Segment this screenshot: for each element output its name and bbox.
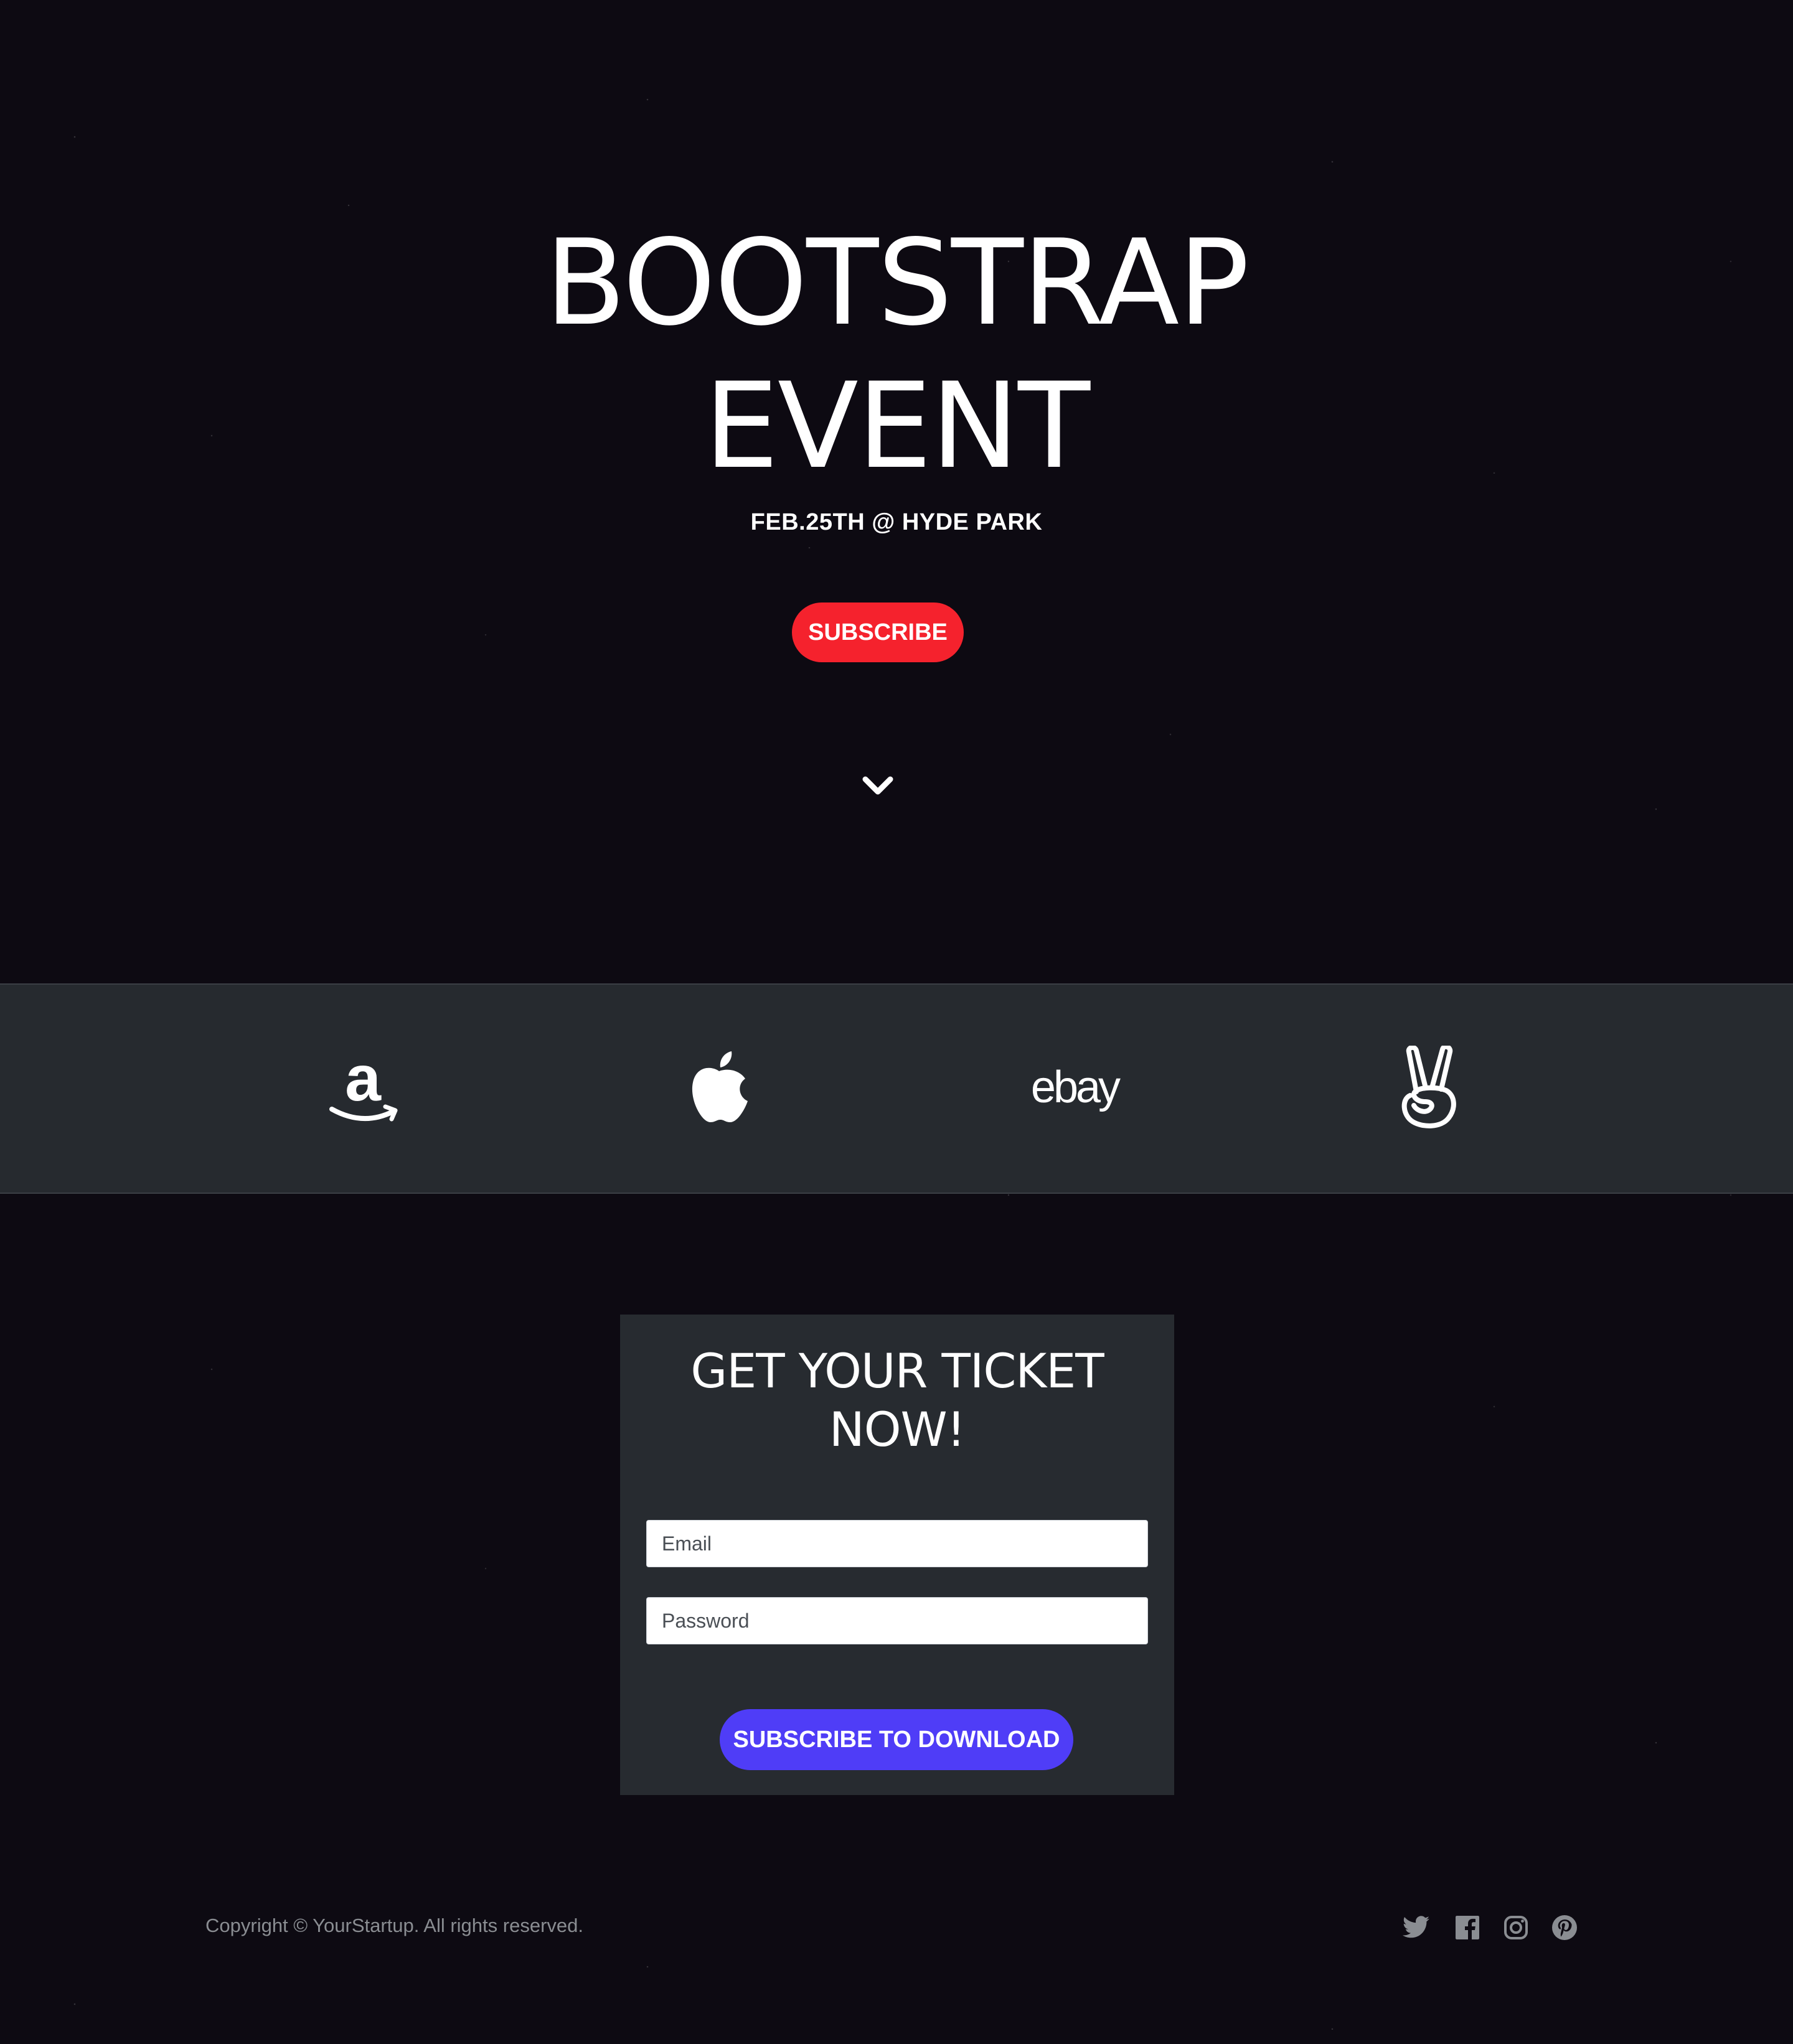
ticket-heading: GET YOUR TICKET NOW!: [620, 1342, 1174, 1459]
ticket-card: GET YOUR TICKET NOW! SUBSCRIBE TO DOWNLO…: [620, 1315, 1174, 1795]
instagram-icon[interactable]: [1502, 1913, 1530, 1942]
chevron-down-icon[interactable]: [862, 773, 894, 798]
subscribe-button[interactable]: SUBSCRIBE: [792, 602, 964, 662]
copyright-text: Copyright © YourStartup. All rights rese…: [205, 1915, 583, 1936]
twitter-icon[interactable]: [1402, 1913, 1431, 1942]
ticket-heading-line-2: NOW!: [829, 1402, 966, 1457]
event-title-line-2: EVENT: [704, 357, 1090, 495]
facebook-icon[interactable]: [1453, 1913, 1482, 1942]
email-field[interactable]: [646, 1520, 1148, 1567]
ebay-wordmark: ebay: [1030, 1062, 1121, 1112]
sponsor-logo-bar: a ebay: [0, 983, 1793, 1194]
event-date-location: FEB.25TH @ HYDE PARK: [750, 509, 1043, 535]
hero-section: BOOTSTRAP EVENT FEB.25TH @ HYDE PARK SUB…: [0, 0, 1793, 983]
event-title: BOOTSTRAP EVENT: [0, 212, 1793, 498]
apple-icon: [685, 1041, 753, 1134]
amazon-icon: a: [324, 1041, 405, 1134]
password-field[interactable]: [646, 1597, 1148, 1644]
angellist-icon: [1395, 1041, 1463, 1134]
ticket-heading-line-1: GET YOUR TICKET: [690, 1343, 1104, 1399]
subscribe-to-download-button[interactable]: SUBSCRIBE TO DOWNLOAD: [720, 1709, 1073, 1770]
ebay-icon: ebay: [1019, 1041, 1131, 1134]
event-title-line-1: BOOTSTRAP: [545, 214, 1249, 352]
svg-text:a: a: [345, 1047, 382, 1115]
pinterest-icon[interactable]: [1550, 1913, 1579, 1942]
